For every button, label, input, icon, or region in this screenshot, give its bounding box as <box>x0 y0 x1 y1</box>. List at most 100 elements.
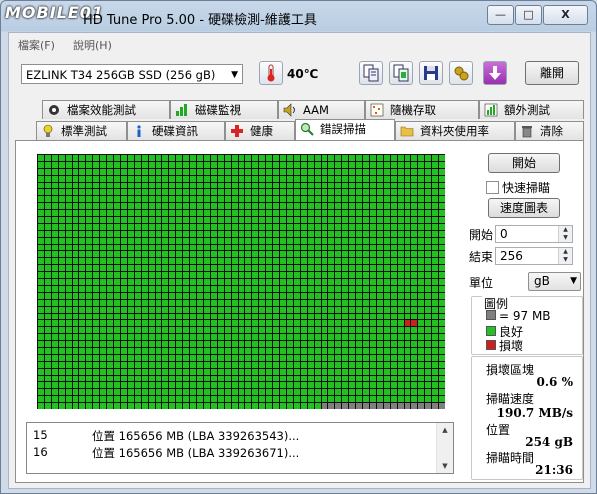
block-good <box>232 224 238 230</box>
copy-text-icon[interactable] <box>359 61 383 85</box>
block-good <box>176 183 182 188</box>
block-good <box>156 203 161 209</box>
close-button[interactable]: X <box>543 5 588 25</box>
block-good <box>356 307 362 313</box>
block-good <box>218 389 224 395</box>
block-good <box>211 272 217 278</box>
title-bar[interactable]: MOBILE01 HD Tune Pro 5.00 - 硬碟檢測-維護工具 — … <box>1 1 596 31</box>
block-good <box>391 176 397 182</box>
block-good <box>384 286 390 292</box>
block-good <box>370 369 376 375</box>
quick-scan-checkbox[interactable]: 快速掃瞄 <box>486 179 550 196</box>
save-icon[interactable] <box>419 61 443 85</box>
block-good <box>197 176 203 182</box>
block-good <box>59 217 65 223</box>
tab-benchmark[interactable]: 標準測試 <box>36 121 127 140</box>
end-position-field[interactable]: 256 ▲ ▼ <box>495 247 573 265</box>
spin-arrows-icon[interactable]: ▲ ▼ <box>558 248 572 264</box>
tab-disk-monitor[interactable]: 磁碟監視 <box>170 100 278 119</box>
block-good <box>52 196 58 202</box>
block-good <box>418 272 424 278</box>
block-good <box>391 341 397 347</box>
block-good <box>135 369 141 375</box>
block-good <box>273 224 279 230</box>
exit-button[interactable]: 離開 <box>525 61 579 85</box>
copy-screenshot-icon[interactable] <box>389 61 413 85</box>
block-good <box>301 272 307 278</box>
block-good <box>432 265 438 271</box>
block-good <box>142 355 148 361</box>
block-good <box>432 314 438 319</box>
block-good <box>391 258 397 264</box>
block-good <box>169 265 175 271</box>
block-good <box>432 217 438 223</box>
block-good <box>128 265 134 271</box>
block-good <box>273 272 279 278</box>
block-good <box>204 251 210 257</box>
block-good <box>93 272 99 278</box>
drive-select-value: EZLINK T34 256GB SSD (256 gB) <box>26 68 216 82</box>
block-good <box>294 382 300 388</box>
block-good <box>149 162 155 168</box>
block-good <box>211 203 217 209</box>
block-good <box>418 155 424 161</box>
spin-arrows-icon[interactable]: ▲ ▼ <box>558 226 572 242</box>
block-good <box>370 238 376 244</box>
block-good <box>363 258 369 264</box>
scroll-up-icon[interactable]: ▲ <box>437 423 453 437</box>
tab-aam[interactable]: AAM <box>278 100 365 119</box>
block-good <box>93 231 99 237</box>
menu-help[interactable]: 說明(H) <box>73 37 112 53</box>
block-unscanned <box>391 403 397 409</box>
tab-random-access[interactable]: 隨機存取 <box>365 100 479 119</box>
block-good <box>66 189 72 195</box>
block-good <box>52 307 58 313</box>
download-arrow-icon[interactable] <box>483 61 507 85</box>
block-good <box>52 203 58 209</box>
block-good <box>66 293 72 299</box>
block-good <box>273 189 279 195</box>
tab-extra-tests[interactable]: 額外測試 <box>479 100 584 119</box>
block-good <box>315 162 321 168</box>
block-good <box>294 396 300 402</box>
start-button[interactable]: 開始 <box>488 153 560 173</box>
block-good <box>232 362 238 368</box>
block-good <box>398 217 404 223</box>
options-icon[interactable] <box>449 61 473 85</box>
maximize-button[interactable]: □ <box>515 5 542 25</box>
tab-folder-usage[interactable]: 資料夾使用率 <box>395 121 515 140</box>
block-good <box>66 162 72 168</box>
block-good <box>342 314 348 319</box>
block-good <box>349 224 355 230</box>
drive-select[interactable]: EZLINK T34 256GB SSD (256 gB) ▼ <box>21 64 243 84</box>
block-good <box>356 272 362 278</box>
block-good <box>259 189 265 195</box>
block-good <box>121 382 127 388</box>
minimize-button[interactable]: — <box>487 5 514 25</box>
block-good <box>197 196 203 202</box>
scroll-down-icon[interactable]: ▼ <box>437 459 453 473</box>
tab-error-scan[interactable]: 錯誤掃描 <box>295 119 395 140</box>
block-good <box>439 251 445 257</box>
block-good <box>405 155 410 161</box>
checkbox-box[interactable] <box>486 181 499 194</box>
tab-info[interactable]: 硬碟資訊 <box>127 121 225 140</box>
block-good <box>38 217 44 223</box>
speed-map-button[interactable]: 速度圖表 <box>488 198 560 218</box>
log-scrollbar[interactable]: ▲ ▼ <box>436 423 453 473</box>
block-good <box>211 376 217 381</box>
block-good <box>432 224 438 230</box>
scan-log[interactable]: 15 位置 165656 MB (LBA 339263543)... 16 位置… <box>26 422 454 474</box>
tab-health[interactable]: 健康 <box>225 121 295 140</box>
block-good <box>197 376 203 381</box>
block-good <box>197 320 203 326</box>
block-good <box>405 189 410 195</box>
block-good <box>183 376 189 381</box>
unit-select[interactable]: gB ▼ <box>528 272 581 291</box>
tab-file-benchmark[interactable]: 檔案效能測試 <box>42 100 170 119</box>
block-good <box>107 183 113 188</box>
block-good <box>405 162 410 168</box>
tab-erase[interactable]: 清除 <box>515 121 584 140</box>
menu-file[interactable]: 檔案(F) <box>18 37 55 53</box>
start-position-field[interactable]: 0 ▲ ▼ <box>495 225 573 243</box>
